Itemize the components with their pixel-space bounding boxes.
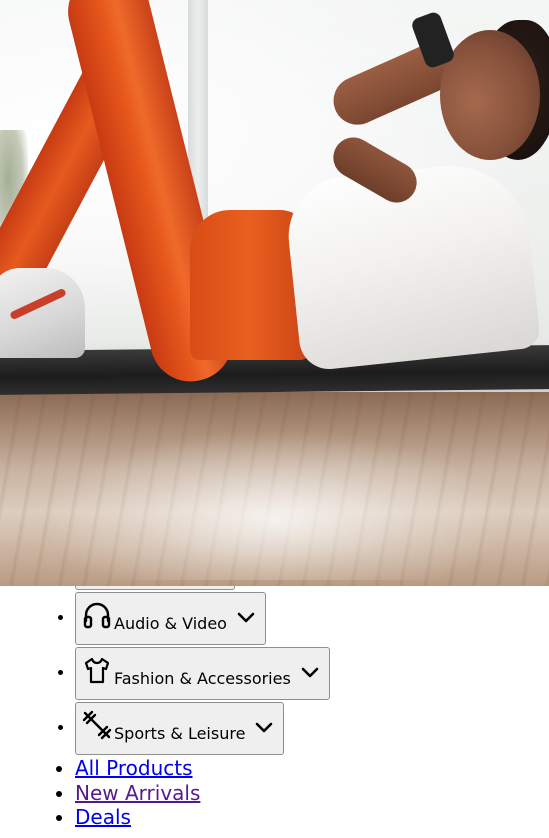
category-item-sports: Sports & Leisure (75, 700, 330, 755)
category-label: Fashion & Accessories (114, 669, 291, 688)
category-item-fashion: Fashion & Accessories (75, 645, 330, 700)
nav-item-deals: Deals (75, 805, 200, 830)
new-arrivals-link[interactable]: New Arrivals (75, 781, 200, 805)
chevron-down-icon (256, 722, 273, 732)
category-button-fashion-accessories[interactable]: Fashion & Accessories (75, 647, 330, 700)
chevron-down-icon (301, 667, 319, 677)
headphones-icon (83, 602, 111, 628)
nav-link-list: All Products New Arrivals Deals (0, 756, 200, 830)
category-button-audio-video[interactable]: Audio & Video (75, 592, 266, 645)
nav-item-new-arrivals: New Arrivals (75, 781, 200, 806)
athlete-head (440, 30, 540, 160)
category-item-audio-video: Audio & Video (75, 590, 330, 645)
category-label: Sports & Leisure (114, 724, 246, 743)
floor-reflection (40, 430, 510, 580)
nav-item-all-products: All Products (75, 756, 200, 781)
category-button-sports-leisure[interactable]: Sports & Leisure (75, 702, 285, 755)
hero-banner-image (0, 0, 549, 586)
category-label: Audio & Video (114, 614, 227, 633)
tshirt-icon (84, 657, 110, 683)
dumbbell-icon (82, 710, 112, 739)
all-products-link[interactable]: All Products (75, 756, 193, 780)
deals-link[interactable]: Deals (75, 805, 131, 829)
chevron-down-icon (237, 612, 255, 622)
